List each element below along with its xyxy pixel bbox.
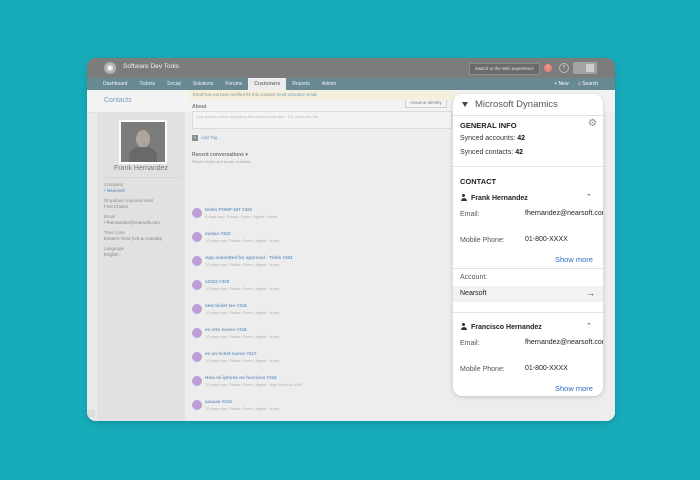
avatar — [586, 64, 594, 72]
divider — [453, 312, 603, 313]
email-value: fhernandez@nearsoft.com — [525, 210, 603, 217]
account-label: Account: — [460, 274, 488, 281]
language-value: English — [104, 252, 119, 257]
chat-icon[interactable] — [87, 410, 95, 417]
ticket-icon — [192, 352, 202, 362]
ticket-item[interactable]: App submitted for approval - Trello #321… — [192, 254, 442, 272]
chevron-up-icon[interactable]: ⌃ — [586, 193, 592, 201]
about-textarea[interactable]: Add specific notes regarding this contac… — [192, 111, 452, 129]
ticket-item[interactable]: new ticket tes #319 12 days ago, Status: … — [192, 302, 442, 320]
help-icon[interactable]: ? — [559, 63, 569, 73]
synced-contacts: Synced contacts: 42 — [460, 149, 524, 156]
nav-forums[interactable]: Forums — [219, 78, 248, 90]
mobile-phone-label: Mobile Phone: — [460, 237, 505, 244]
person-icon — [460, 194, 467, 201]
mobile-phone-value: 01-800-XXXX — [525, 236, 568, 243]
ticket-icon — [192, 256, 202, 266]
page-title[interactable]: Contacts — [104, 97, 132, 104]
mobile-phone-label: Mobile Phone: — [460, 366, 505, 373]
email-value: fhernandez@nearsoft.com — [525, 339, 603, 346]
divider — [453, 268, 603, 269]
nav-admin[interactable]: Admin — [316, 78, 342, 90]
show-more-link[interactable]: Show more — [555, 384, 593, 393]
app-logo-icon[interactable]: ◉ — [104, 62, 116, 74]
contact-fields: Company • Nearsoft Dropdown required lab… — [104, 182, 184, 258]
recent-conversations-subtitle: Recent ticket and forum activities — [192, 159, 251, 164]
dynamics-header[interactable]: Microsoft Dynamics — [453, 94, 603, 115]
plus-icon: + — [192, 135, 198, 141]
user-menu[interactable] — [573, 62, 597, 74]
ticket-icon — [192, 208, 202, 218]
top-bar: ◉ Software Dev Tools Switch to the Wiki … — [87, 58, 615, 78]
account-row[interactable]: Nearsoft → — [453, 286, 603, 302]
nav-customers[interactable]: Customers — [248, 78, 287, 90]
ticket-item[interactable]: Hola mi iphone no funciona #316 12 days a… — [192, 374, 442, 392]
email-label: Email: — [460, 211, 480, 218]
mobile-phone-value: 01-800-XXXX — [525, 365, 568, 372]
ticket-icon — [192, 328, 202, 338]
chevron-up-icon[interactable]: ⌃ — [586, 322, 592, 330]
email-label: Email: — [460, 340, 480, 347]
divider — [453, 115, 603, 116]
ticket-icon — [192, 376, 202, 386]
send-activation-link[interactable]: Send activation email — [276, 92, 317, 97]
add-tag-button[interactable]: + Add Tag — [192, 135, 217, 141]
ticket-item[interactable]: aaaaaa #315 12 days ago, Status: Open • A… — [192, 398, 442, 416]
general-info-heading: GENERAL INFO — [460, 121, 517, 130]
main-nav: Dashboard Tickets Social Solutions Forum… — [87, 78, 615, 90]
new-button[interactable]: + New — [554, 81, 568, 87]
ticket-item[interactable]: es un ticket nuevo #317 12 days ago, Stat… — [192, 350, 442, 368]
ticket-icon — [192, 232, 202, 242]
email-warning-banner: Email has not been verified for this con… — [189, 90, 453, 100]
nav-social[interactable]: Social — [161, 78, 187, 90]
ticket-icon — [192, 400, 202, 410]
account-value: Nearsoft — [460, 290, 487, 297]
contact-card-name: Francisco Hernandez — [460, 323, 542, 331]
ticket-item[interactable]: es otro nuevo #318 12 days ago, Status: O… — [192, 326, 442, 344]
nav-solutions[interactable]: Solutions — [187, 78, 220, 90]
gear-icon[interactable]: ⚙ — [588, 119, 597, 129]
nav-tickets[interactable]: Tickets — [133, 78, 161, 90]
collapse-triangle-icon[interactable] — [462, 102, 468, 107]
ticket-icon — [192, 280, 202, 290]
search-label: Search — [582, 81, 598, 87]
divider — [453, 166, 603, 167]
nav-reports[interactable]: Reports — [286, 78, 316, 90]
divider — [102, 177, 180, 178]
contact-card-name: Frank Hernandez — [460, 194, 528, 202]
contact-sidebar: Frank Hernandez Company • Nearsoft Dropd… — [97, 112, 185, 421]
contact-heading: CONTACT — [460, 177, 497, 186]
nav-dashboard[interactable]: Dashboard — [97, 78, 133, 90]
app-title: Software Dev Tools — [123, 63, 179, 70]
contact-photo — [119, 120, 167, 164]
synced-accounts: Synced accounts: 42 — [460, 135, 526, 142]
arrow-right-icon[interactable]: → — [586, 288, 595, 298]
person-icon — [460, 323, 467, 330]
dynamics-panel: Microsoft Dynamics GENERAL INFO ⚙ Synced… — [453, 94, 603, 396]
notification-alert-icon[interactable]: ! — [544, 64, 552, 72]
switch-experience-button[interactable]: Switch to the Wiki experience — [469, 63, 540, 75]
ticket-item[interactable]: s2222 #320 12 days ago, Status: Open • Ag… — [192, 278, 442, 296]
ticket-item[interactable]: testin PONP-167 #322 5 days ago, Status: … — [192, 206, 442, 224]
about-label: About — [192, 104, 207, 110]
ticket-item[interactable]: swdas #322 12 days ago, Status: Open • Ag… — [192, 230, 442, 248]
recent-conversations-title[interactable]: Recent conversations ▾ — [192, 152, 248, 158]
contact-name: Frank Hernandez — [113, 165, 169, 172]
dynamics-title: Microsoft Dynamics — [475, 99, 558, 110]
show-more-link[interactable]: Show more — [555, 255, 593, 264]
ticket-icon — [192, 304, 202, 314]
search-button[interactable]: ⌕ Search — [578, 81, 598, 87]
